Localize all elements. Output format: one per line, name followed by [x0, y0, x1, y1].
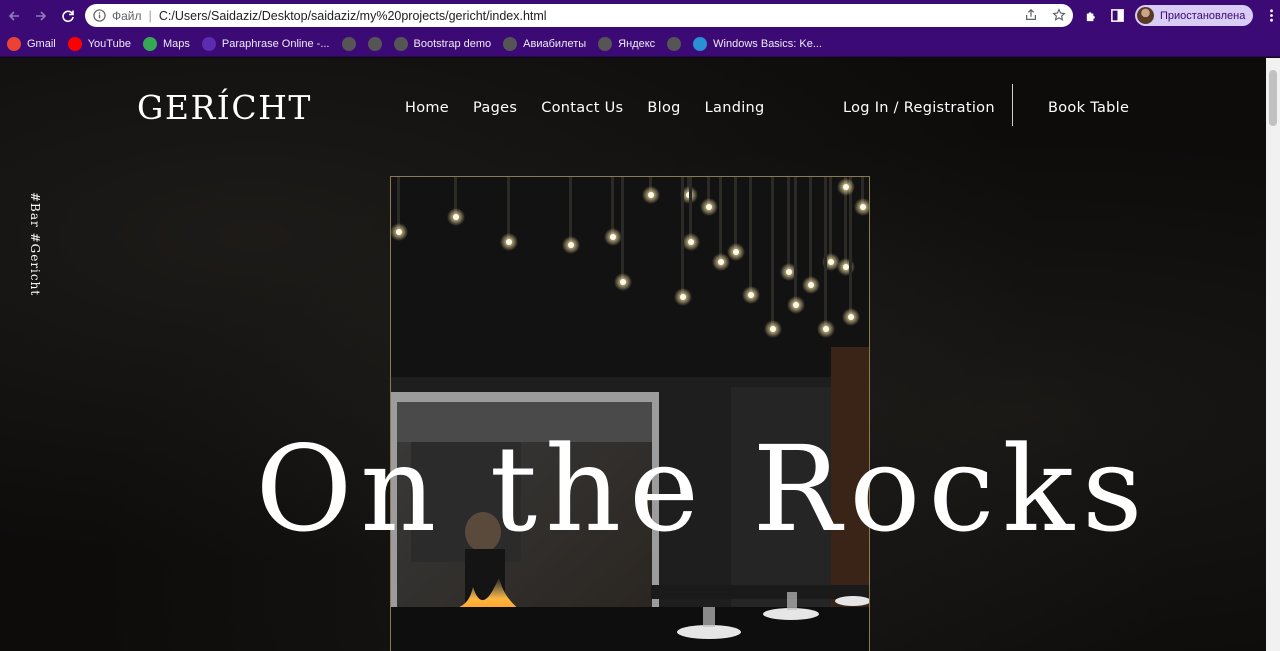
- file-scheme-label: Файл: [112, 8, 142, 23]
- bookmark-item[interactable]: Windows Basics: Ke...: [693, 33, 828, 55]
- bookmark-label: Авиабилеты: [523, 37, 587, 50]
- bookmark-item[interactable]: Яндекс: [598, 33, 661, 55]
- maps-icon: [142, 36, 157, 51]
- globe-icon: [598, 36, 613, 51]
- bookmark-item[interactable]: Bootstrap demo: [393, 33, 498, 55]
- reload-icon: [62, 9, 74, 22]
- bookmark-label: Яндекс: [618, 37, 656, 50]
- bookmark-item[interactable]: Gmail: [7, 33, 62, 55]
- profile-button[interactable]: Приостановлена: [1135, 5, 1254, 26]
- restaurant-kitchen-illustration: [391, 177, 869, 651]
- bookmark-item[interactable]: [667, 33, 687, 55]
- hero-title: On the Rocks: [255, 420, 1151, 558]
- page-viewport: GERÍCHT Home Pages Contact Us Blog Landi…: [0, 58, 1266, 651]
- scrollbar-thumb[interactable]: [1269, 70, 1277, 126]
- menu-kebab-icon[interactable]: [1263, 8, 1279, 24]
- url-text[interactable]: C:/Users/Saidaziz/Desktop/saidaziz/my%20…: [159, 9, 547, 23]
- youtube-icon: [67, 36, 82, 51]
- bookmarks-bar: Gmail YouTube Maps Paraphrase Online -... Bo…: [0, 31, 1280, 57]
- arrow-right-icon: [36, 10, 47, 21]
- bookmark-item[interactable]: [367, 33, 388, 55]
- bookmark-label: Maps: [162, 37, 190, 50]
- bookmark-label: Windows Basics: Ke...: [713, 37, 822, 50]
- bookmark-item[interactable]: YouTube: [67, 33, 137, 55]
- site-logo[interactable]: GERÍCHT: [137, 88, 312, 127]
- side-panel-icon[interactable]: [1109, 8, 1125, 24]
- avatar: [1137, 7, 1154, 24]
- extensions-icon[interactable]: [1083, 8, 1099, 24]
- globe-icon: [367, 36, 382, 51]
- share-icon[interactable]: [1023, 7, 1039, 23]
- bookmark-label: YouTube: [87, 37, 131, 50]
- paraphrase-icon: [201, 36, 216, 51]
- globe-icon: [341, 36, 356, 51]
- globe-icon: [503, 36, 518, 51]
- nav-home[interactable]: Home: [405, 100, 449, 116]
- nav-landing[interactable]: Landing: [705, 100, 765, 116]
- page-scrollbar[interactable]: [1266, 58, 1280, 651]
- gmail-icon: [7, 36, 21, 51]
- bookmark-item[interactable]: Paraphrase Online -...: [201, 33, 336, 55]
- login-registration-link[interactable]: Log In / Registration: [843, 100, 995, 116]
- book-table-link[interactable]: Book Table: [1048, 100, 1129, 116]
- bookmark-label: Gmail: [27, 37, 56, 50]
- bookmark-item[interactable]: Maps: [142, 33, 196, 55]
- omnibox-separator: |: [148, 8, 152, 23]
- hero-image: [390, 176, 870, 651]
- nav-contact-us[interactable]: Contact Us: [541, 100, 623, 116]
- bookmark-star-icon[interactable]: [1051, 7, 1067, 23]
- profile-status: Приостановлена: [1160, 9, 1246, 22]
- bookmark-label: Paraphrase Online -...: [221, 37, 330, 50]
- side-hashtags: #Bar #Gericht: [28, 192, 42, 297]
- bookmark-item[interactable]: [341, 33, 362, 55]
- back-button[interactable]: [1, 3, 27, 29]
- forward-button[interactable]: [28, 3, 54, 29]
- arrow-left-icon: [8, 10, 19, 21]
- reload-button[interactable]: [55, 3, 81, 29]
- info-icon[interactable]: [92, 9, 106, 23]
- gcf-icon: [693, 36, 708, 51]
- nav-divider: [1012, 84, 1013, 126]
- globe-icon: [393, 36, 408, 51]
- browser-toolbar: Файл | C:/Users/Saidaziz/Desktop/saidazi…: [0, 0, 1280, 31]
- address-bar[interactable]: Файл | C:/Users/Saidaziz/Desktop/saidazi…: [85, 4, 1073, 27]
- bookmark-item[interactable]: Авиабилеты: [503, 33, 592, 55]
- nav-blog[interactable]: Blog: [647, 100, 680, 116]
- globe-icon: [667, 36, 682, 51]
- bookmark-label: Bootstrap demo: [413, 37, 492, 50]
- nav-pages[interactable]: Pages: [473, 100, 517, 116]
- main-nav: Home Pages Contact Us Blog Landing: [405, 100, 789, 116]
